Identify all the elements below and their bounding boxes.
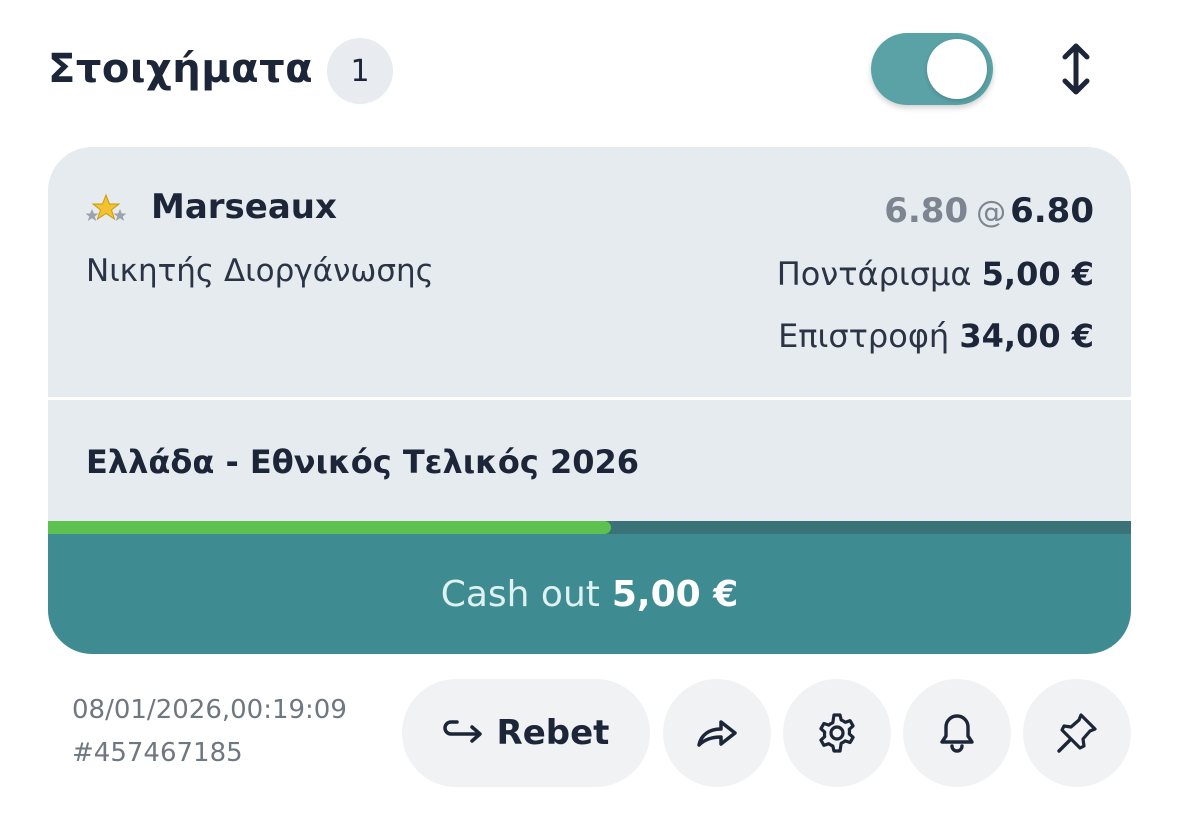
rebet-button[interactable]: Rebet — [402, 679, 650, 787]
share-icon — [695, 715, 739, 751]
settings-button[interactable] — [783, 679, 891, 787]
stake-label: Ποντάρισμα — [776, 255, 972, 293]
selection-name: Marseaux — [151, 187, 337, 227]
rebet-label: Rebet — [496, 713, 610, 753]
return-row: Επιστροφή 34,00 € — [778, 317, 1094, 355]
pin-button[interactable] — [1023, 679, 1131, 787]
odds: 6.80 @6.80 — [884, 191, 1094, 231]
toggle-knob — [927, 39, 987, 99]
page-title: Στοιχήματα — [48, 46, 314, 92]
toggle-switch[interactable] — [871, 33, 993, 105]
cashout-button[interactable]: Cash out 5,00 € — [48, 534, 1131, 654]
market-name: Νικητής Διοργάνωσης — [86, 253, 434, 289]
notify-button[interactable] — [903, 679, 1011, 787]
bet-slip-page: Στοιχήματα 1 Marseaux Νικητής Διοργάνωση… — [0, 0, 1179, 818]
odds-original: 6.80 — [884, 191, 969, 231]
return-label: Επιστροφή — [778, 317, 950, 355]
pin-icon — [1055, 711, 1099, 755]
bet-count-badge: 1 — [327, 38, 393, 104]
bet-card: Marseaux Νικητής Διοργάνωσης 6.80 @6.80 Π… — [48, 147, 1131, 654]
gear-icon — [816, 712, 858, 754]
bet-timestamp: 08/01/2026,00:19:09 — [72, 695, 347, 725]
bell-icon — [937, 712, 977, 754]
stars-icon — [84, 193, 128, 225]
progress-bar — [48, 521, 1131, 534]
bet-id: #457467185 — [72, 738, 243, 768]
divider — [48, 397, 1131, 400]
event-name: Ελλάδα - Εθνικός Τελικός 2026 — [86, 443, 640, 481]
rebet-arrow-icon — [442, 716, 487, 750]
stake-value: 5,00 € — [981, 255, 1094, 293]
odds-separator: @ — [976, 195, 1007, 230]
stake-row: Ποντάρισμα 5,00 € — [777, 255, 1094, 293]
progress-fill — [48, 521, 612, 534]
cashout-value: 5,00 € — [611, 573, 739, 615]
odds-current: 6.80 — [1010, 191, 1094, 231]
share-button[interactable] — [663, 679, 771, 787]
return-value: 34,00 € — [959, 317, 1094, 355]
cashout-label: Cash out — [440, 573, 600, 615]
expand-vertical-icon[interactable] — [1052, 40, 1100, 98]
